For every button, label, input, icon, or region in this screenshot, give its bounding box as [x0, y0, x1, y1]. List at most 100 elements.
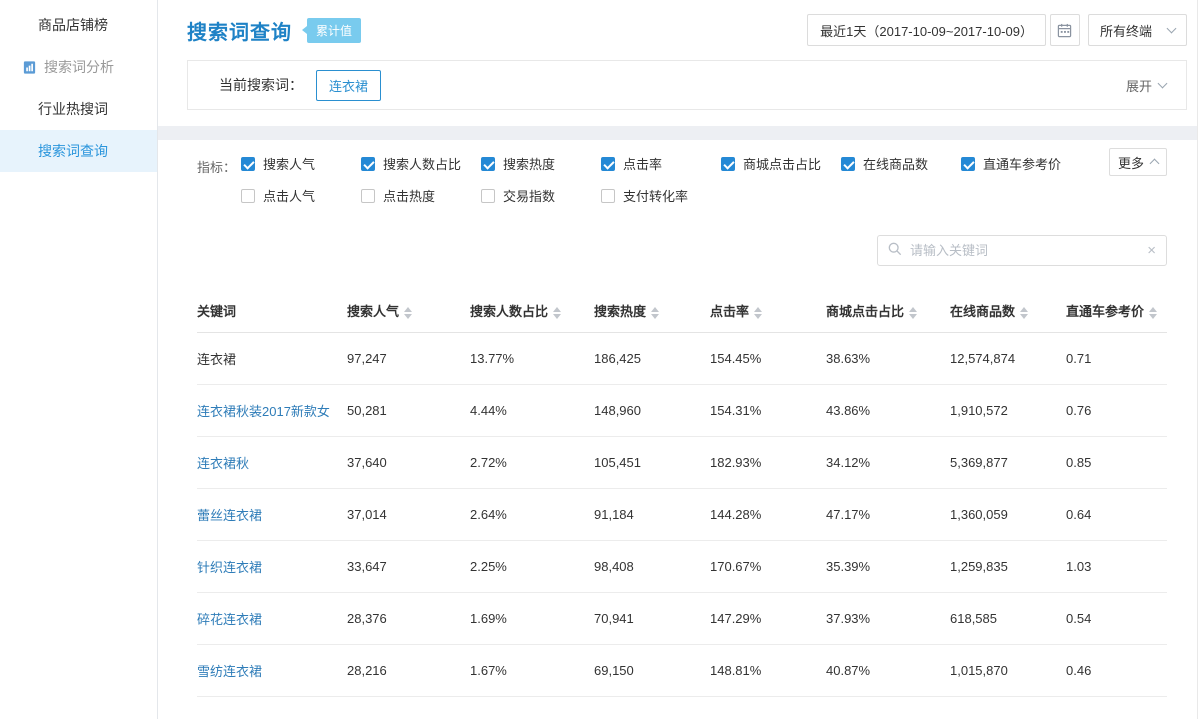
- terminal-select-value: 所有终端: [1100, 21, 1152, 40]
- value-cell: 37.93%: [826, 592, 950, 644]
- column-header[interactable]: 搜索热度: [594, 290, 710, 332]
- sort-icon[interactable]: [909, 307, 917, 319]
- checkbox-checked-icon[interactable]: [841, 157, 855, 171]
- sidebar-item-search-term-analysis[interactable]: 搜索词分析: [0, 46, 157, 88]
- sidebar-item-search-term-query[interactable]: 搜索词查询: [0, 130, 157, 172]
- keyword-cell[interactable]: 连衣裙秋装2017新款女: [197, 404, 330, 419]
- more-label: 更多: [1118, 153, 1144, 172]
- value-cell: 154.31%: [710, 384, 826, 436]
- value-cell: 5,369,877: [950, 436, 1066, 488]
- keyword-cell[interactable]: 雪纺连衣裙: [197, 664, 262, 679]
- checkbox-unchecked-icon[interactable]: [361, 189, 375, 203]
- column-header-label: 搜索热度: [594, 304, 646, 319]
- indicator-option[interactable]: 在线商品数: [841, 154, 961, 173]
- indicators-panel: 指标： 搜索人气搜索人数占比搜索热度点击率商城点击占比在线商品数直通车参考价 点…: [197, 140, 1167, 205]
- value-cell: 13.77%: [470, 332, 594, 384]
- value-cell: 12,574,874: [950, 332, 1066, 384]
- checkbox-checked-icon[interactable]: [721, 157, 735, 171]
- checkbox-unchecked-icon[interactable]: [481, 189, 495, 203]
- value-cell: 40.87%: [826, 644, 950, 696]
- keyword-cell[interactable]: 蕾丝连衣裙: [197, 508, 262, 523]
- sidebar-item-label: 行业热搜词: [38, 99, 108, 119]
- indicator-label: 点击热度: [383, 186, 435, 205]
- calendar-button[interactable]: [1050, 14, 1080, 46]
- indicator-option[interactable]: 点击热度: [361, 186, 481, 205]
- indicator-label: 直通车参考价: [983, 154, 1061, 173]
- checkbox-checked-icon[interactable]: [361, 157, 375, 171]
- checkbox-checked-icon[interactable]: [481, 157, 495, 171]
- column-header[interactable]: 搜索人数占比: [470, 290, 594, 332]
- clear-icon[interactable]: ×: [1147, 243, 1156, 258]
- indicator-option[interactable]: 搜索人气: [241, 154, 361, 173]
- keyword-cell[interactable]: 连衣裙秋: [197, 456, 249, 471]
- column-header[interactable]: 直通车参考价: [1066, 290, 1167, 332]
- calendar-icon: [1057, 23, 1072, 38]
- sort-icon[interactable]: [754, 307, 762, 319]
- keyword-cell[interactable]: 碎花连衣裙: [197, 612, 262, 627]
- expand-toggle[interactable]: 展开: [1126, 76, 1166, 95]
- sort-icon[interactable]: [1149, 307, 1157, 319]
- indicator-option[interactable]: 搜索热度: [481, 154, 601, 173]
- sidebar-item-industry-hot-words[interactable]: 行业热搜词: [0, 88, 157, 130]
- indicator-option[interactable]: 支付转化率: [601, 186, 721, 205]
- date-range-picker[interactable]: 最近1天（2017-10-09~2017-10-09）: [807, 14, 1046, 46]
- terminal-select[interactable]: 所有终端: [1088, 14, 1187, 46]
- value-cell: 37,014: [347, 488, 470, 540]
- value-cell: 37,640: [347, 436, 470, 488]
- column-header[interactable]: 搜索人气: [347, 290, 470, 332]
- value-cell: 4.44%: [470, 384, 594, 436]
- page-title: 搜索词查询: [187, 16, 292, 45]
- chevron-up-icon: [1150, 159, 1160, 169]
- value-cell: 2.25%: [470, 540, 594, 592]
- checkbox-checked-icon[interactable]: [961, 157, 975, 171]
- sort-icon[interactable]: [1020, 307, 1028, 319]
- checkbox-checked-icon[interactable]: [241, 157, 255, 171]
- indicator-option[interactable]: 点击人气: [241, 186, 361, 205]
- indicator-option[interactable]: 交易指数: [481, 186, 601, 205]
- indicator-option[interactable]: 直通车参考价: [961, 154, 1081, 173]
- more-button[interactable]: 更多: [1109, 148, 1167, 176]
- column-header-label: 商城点击占比: [826, 304, 904, 319]
- column-header: 关键词: [197, 290, 347, 332]
- value-cell: 1,015,870: [950, 644, 1066, 696]
- sort-icon[interactable]: [553, 307, 561, 319]
- search-icon: [888, 242, 902, 259]
- value-cell: 1.69%: [470, 592, 594, 644]
- cumulative-value-badge: 累计值: [307, 18, 361, 43]
- value-cell: 147.29%: [710, 592, 826, 644]
- indicator-label: 在线商品数: [863, 154, 928, 173]
- indicator-option[interactable]: 搜索人数占比: [361, 154, 481, 173]
- value-cell: 97,247: [347, 332, 470, 384]
- keyword-cell[interactable]: 针织连衣裙: [197, 560, 262, 575]
- column-header[interactable]: 点击率: [710, 290, 826, 332]
- table-row: 针织连衣裙33,6472.25%98,408170.67%35.39%1,259…: [197, 540, 1167, 592]
- chevron-down-icon: [1158, 79, 1168, 89]
- section-divider: [158, 126, 1204, 140]
- value-cell: 0.71: [1066, 332, 1167, 384]
- column-header[interactable]: 商城点击占比: [826, 290, 950, 332]
- checkbox-unchecked-icon[interactable]: [601, 189, 615, 203]
- value-cell: 0.64: [1066, 488, 1167, 540]
- column-header[interactable]: 在线商品数: [950, 290, 1066, 332]
- indicator-label: 搜索热度: [503, 154, 555, 173]
- sort-icon[interactable]: [651, 307, 659, 319]
- sort-icon[interactable]: [404, 307, 412, 319]
- value-cell: 148,960: [594, 384, 710, 436]
- indicator-option[interactable]: 点击率: [601, 154, 721, 173]
- value-cell: 1,259,835: [950, 540, 1066, 592]
- value-cell: 47.17%: [826, 488, 950, 540]
- table-row: 蕾丝连衣裙37,0142.64%91,184144.28%47.17%1,360…: [197, 488, 1167, 540]
- value-cell: 38.63%: [826, 332, 950, 384]
- value-cell: 148.81%: [710, 644, 826, 696]
- current-term-chip[interactable]: 连衣裙: [316, 70, 381, 101]
- value-cell: 28,216: [347, 644, 470, 696]
- indicator-option[interactable]: 商城点击占比: [721, 154, 841, 173]
- topbar: 搜索词查询 累计值 最近1天（2017-10-09~2017-10-09） 所有…: [187, 0, 1187, 60]
- keyword-search-input[interactable]: [910, 243, 1139, 258]
- indicator-label: 搜索人数占比: [383, 154, 461, 173]
- scrollbar-track[interactable]: [1197, 0, 1204, 719]
- indicator-label: 点击率: [623, 154, 662, 173]
- checkbox-checked-icon[interactable]: [601, 157, 615, 171]
- checkbox-unchecked-icon[interactable]: [241, 189, 255, 203]
- sidebar-item-product-store-ranking[interactable]: 商品店铺榜: [0, 4, 157, 46]
